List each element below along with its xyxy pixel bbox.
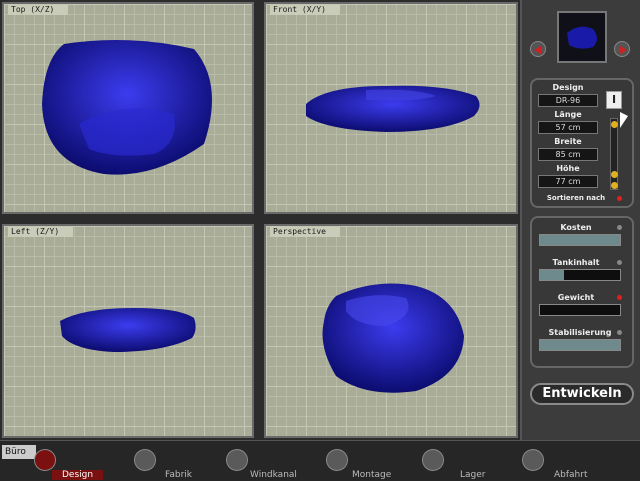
tab-windkanal[interactable]: Windkanal (250, 470, 297, 480)
next-design-button[interactable] (614, 41, 630, 57)
tankinhalt-led (617, 260, 622, 265)
text-cursor-tool-button[interactable]: I (606, 91, 622, 109)
mouse-pointer-icon (620, 112, 628, 128)
gewicht-label: Gewicht (557, 293, 595, 302)
sort-led[interactable] (617, 196, 622, 201)
viewport-left[interactable]: Left (Z/Y) (2, 224, 254, 438)
tankinhalt-label: Tankinhalt (552, 258, 600, 267)
model-front-view (306, 85, 480, 132)
tab-design[interactable]: Design (52, 470, 104, 480)
design-label: Design (552, 83, 584, 92)
tab-fabrik[interactable]: Fabrik (165, 470, 192, 480)
hoehe-label: Höhe (556, 164, 580, 173)
model-left-view (60, 308, 196, 352)
tab-abfahrt[interactable]: Abfahrt (554, 470, 588, 480)
viewport-left-label: Left (Z/Y) (8, 227, 74, 237)
viewport-front-label: Front (X/Y) (270, 5, 340, 15)
design-value: DR-96 (538, 94, 598, 107)
kosten-led (617, 225, 622, 230)
viewport-area: Top (X/Z) Front (X/Y) Left (Z/Y) Perspec… (0, 0, 520, 440)
develop-button[interactable]: Entwickeln (530, 383, 634, 405)
sort-by-label: Sortieren nach (546, 194, 606, 202)
viewport-front[interactable]: Front (X/Y) (264, 2, 518, 214)
breite-label: Breite (554, 137, 582, 146)
laenge-label: Länge (554, 110, 582, 119)
breite-value: 85 cm (538, 148, 598, 161)
design-preview-thumbnail (557, 11, 607, 63)
kosten-bar (539, 234, 621, 246)
slider-bottom-marker[interactable] (611, 182, 618, 189)
viewport-perspective-label: Perspective (270, 227, 340, 237)
gewicht-bar (539, 304, 621, 316)
preview-model-icon (567, 26, 597, 49)
stabilisierung-led (617, 330, 622, 335)
tab-montage[interactable]: Montage (352, 470, 391, 480)
laenge-value: 57 cm (538, 121, 598, 134)
previous-design-button[interactable] (530, 41, 546, 57)
tab-lager[interactable]: Lager (460, 470, 485, 480)
gewicht-led (617, 295, 622, 300)
slider-handle[interactable] (611, 171, 618, 178)
model-perspective-view (322, 283, 464, 393)
kosten-label: Kosten (560, 223, 592, 232)
viewport-top[interactable]: Top (X/Z) (2, 2, 254, 214)
stabilisierung-bar (539, 339, 621, 351)
buro-button[interactable]: Büro (2, 445, 36, 459)
viewport-perspective[interactable]: Perspective (264, 224, 518, 438)
tankinhalt-bar-fill (540, 270, 564, 280)
tankinhalt-bar (539, 269, 621, 281)
hoehe-value: 77 cm (538, 175, 598, 188)
stabilisierung-bar-fill (540, 340, 620, 350)
dimension-slider[interactable] (610, 118, 618, 190)
model-top-view (42, 40, 212, 175)
viewport-top-label: Top (X/Z) (8, 5, 69, 15)
stabilisierung-label: Stabilisierung (548, 328, 612, 337)
kosten-bar-fill (540, 235, 620, 245)
slider-top-marker[interactable] (611, 121, 618, 128)
